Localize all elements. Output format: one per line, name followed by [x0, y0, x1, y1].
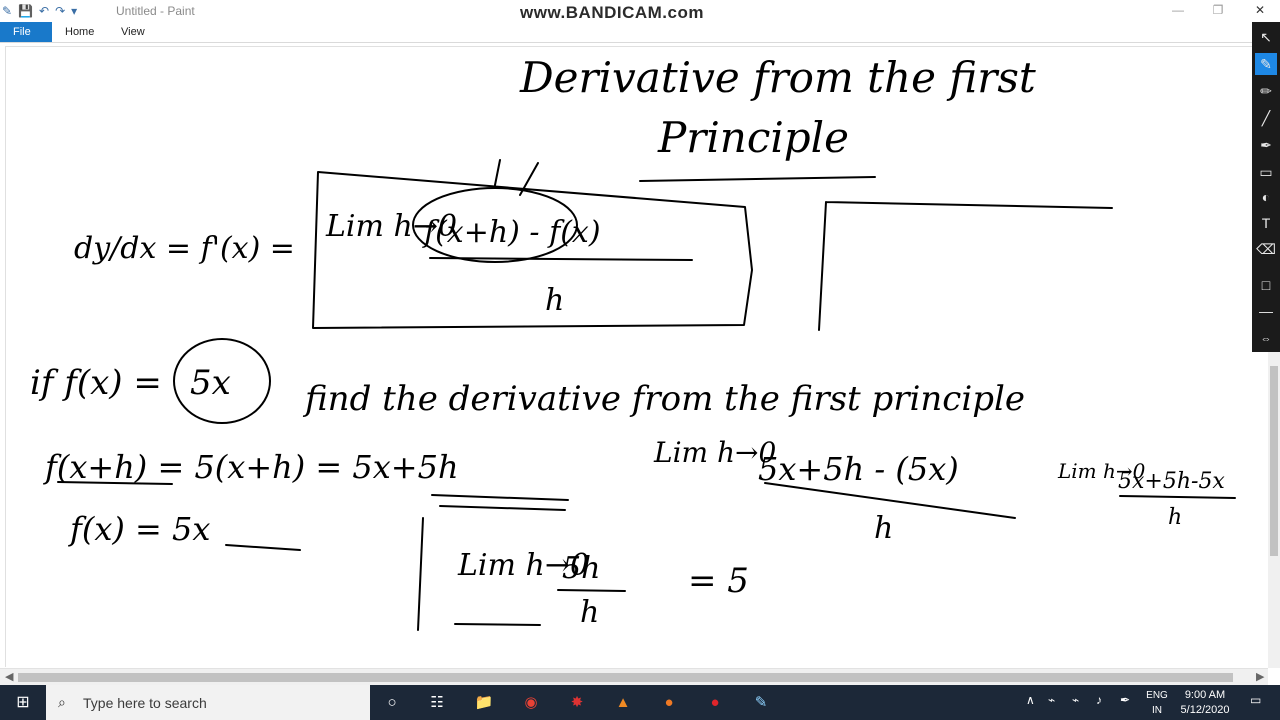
ribbon: File Home View	[0, 22, 1280, 43]
definition-denominator: h	[545, 283, 564, 318]
tab-view[interactable]: View	[108, 22, 158, 42]
step-1: f(x+h) = 5(x+h) = 5x+5h	[43, 448, 459, 486]
tab-file[interactable]: File	[0, 22, 52, 42]
step-3-denominator: h	[874, 511, 893, 546]
color-palette-icon[interactable]: ◐	[1255, 186, 1277, 208]
rectangle-icon[interactable]: ▭	[1255, 161, 1277, 183]
title-line-1: Derivative from the first	[519, 53, 1036, 102]
scroll-right-arrow-icon[interactable]: ▶	[1256, 670, 1264, 683]
taskbar-search-box[interactable]: ⌕ Type here to search	[46, 685, 370, 720]
problem-text: find the derivative from the first princ…	[302, 379, 1025, 419]
paint-taskbar-icon[interactable]: ✎	[749, 691, 773, 715]
step-4-bracket	[417, 517, 424, 631]
brush-icon[interactable]: ✒	[1255, 134, 1277, 156]
clock-date: 5/12/2020	[1180, 704, 1230, 716]
highlighter-icon[interactable]: ✏	[1255, 80, 1277, 102]
handwriting-layer: Derivative from the first Principle dy/d…	[30, 53, 1236, 631]
search-placeholder: Type here to search	[83, 695, 207, 711]
window-title: Untitled - Paint	[116, 4, 195, 18]
line-width-icon[interactable]: —	[1255, 300, 1277, 322]
app-icon[interactable]: ✸	[565, 691, 589, 715]
step-3-expression-2: 5x+5h-5x	[1118, 469, 1225, 494]
problem-if: if f(x) =	[30, 363, 162, 403]
close-button[interactable]: ✕	[1240, 0, 1280, 22]
step-4-numerator: 5h	[562, 551, 600, 586]
paint-app-icon: ✎	[2, 4, 13, 18]
undo-icon[interactable]: ↶	[39, 3, 49, 19]
step-4-denominator: h	[580, 595, 599, 630]
globe-icon[interactable]: ⌁	[1072, 693, 1079, 707]
task-view-icon[interactable]: ☷	[425, 691, 449, 715]
app-2-icon[interactable]: ●	[657, 691, 681, 715]
recorder-watermark: www.BANDICAM.com	[520, 3, 704, 22]
line-icon[interactable]: ╱	[1255, 107, 1277, 129]
title-line-2: Principle	[657, 113, 849, 162]
vertical-scrollbar[interactable]	[1268, 352, 1280, 668]
vertical-scroll-thumb[interactable]	[1270, 366, 1278, 556]
eraser-icon[interactable]: ⌫	[1255, 238, 1277, 260]
horizontal-scroll-thumb[interactable]	[18, 673, 1233, 682]
customize-dropdown-icon[interactable]: ▾	[71, 3, 77, 19]
language-indicator[interactable]: ENG IN	[1144, 688, 1170, 718]
expand-icon[interactable]: ⇔	[1255, 328, 1277, 350]
definition-lhs: dy/dx = f'(x) =	[74, 231, 295, 266]
file-explorer-icon[interactable]: 📁	[472, 691, 496, 715]
taskbar: ⊞ ⌕ Type here to search ○ ☷ 📁 ◉ ✸ ▲ ● ● …	[0, 685, 1280, 720]
step-2-underline	[225, 544, 301, 551]
pen-tool-panel: ↖ ✎ ✏ ╱ ✒ ▭ ◐ T ⌫ □ — ⇔	[1252, 22, 1280, 352]
scroll-left-arrow-icon[interactable]: ◀	[5, 670, 13, 683]
fill-box-icon[interactable]: □	[1255, 274, 1277, 296]
tab-home[interactable]: Home	[52, 22, 107, 42]
step-3-expression: 5x+5h - (5x)	[758, 450, 959, 488]
step-4-fraction-bar	[557, 589, 626, 592]
definition-box	[312, 171, 753, 329]
redo-icon[interactable]: ↷	[55, 3, 65, 19]
bandicam-record-icon[interactable]: ●	[703, 691, 727, 715]
search-icon: ⌕	[58, 694, 66, 710]
vlc-icon[interactable]: ▲	[611, 691, 635, 715]
pen-workspace-icon[interactable]: ✒	[1120, 693, 1130, 707]
clock-time: 9:00 AM	[1184, 689, 1226, 701]
step-3-fraction-bar-2	[1119, 495, 1236, 499]
tray-chevron-icon[interactable]: ∧	[1026, 693, 1035, 707]
select-icon[interactable]: ↖	[1255, 26, 1277, 48]
text-icon[interactable]: T	[1255, 212, 1277, 234]
workspace-bracket	[818, 201, 1113, 331]
step-1-underline	[57, 481, 569, 511]
problem-value: 5x	[190, 363, 231, 403]
minimize-button[interactable]: —	[1158, 0, 1198, 22]
notification-icon[interactable]: ▭	[1250, 693, 1261, 707]
volume-icon[interactable]: ♪	[1096, 693, 1102, 707]
clock[interactable]: 9:00 AM 5/12/2020	[1172, 688, 1238, 718]
pen-icon[interactable]: ✎	[1255, 53, 1277, 75]
step-3-denominator-2: h	[1168, 505, 1182, 530]
drawing-canvas[interactable]: Derivative from the first Principle dy/d…	[5, 46, 1252, 667]
start-button[interactable]: ⊞	[0, 685, 46, 720]
horizontal-scrollbar[interactable]: ◀ ▶	[0, 668, 1268, 686]
cortana-icon[interactable]: ○	[380, 691, 404, 715]
network-icon[interactable]: ⌁	[1048, 693, 1055, 707]
title-underline	[639, 176, 876, 182]
step-2: f(x) = 5x	[68, 510, 210, 548]
quick-access-toolbar: ✎ 💾 ↶ ↷ ▾	[2, 3, 77, 19]
save-icon[interactable]: 💾	[18, 3, 33, 19]
restore-button[interactable]: ❐	[1198, 0, 1238, 22]
canvas-area: Derivative from the first Principle dy/d…	[0, 43, 1252, 667]
chrome-icon[interactable]: ◉	[519, 691, 543, 715]
language-code: ENG	[1146, 690, 1168, 701]
result: = 5	[688, 561, 749, 601]
step-4-underline	[454, 623, 541, 626]
definition-numerator: f(x+h) - f(x)	[422, 215, 601, 250]
region-code: IN	[1152, 705, 1162, 716]
title-bar: ✎ 💾 ↶ ↷ ▾ Untitled - Paint www.BANDICAM.…	[0, 0, 1280, 22]
